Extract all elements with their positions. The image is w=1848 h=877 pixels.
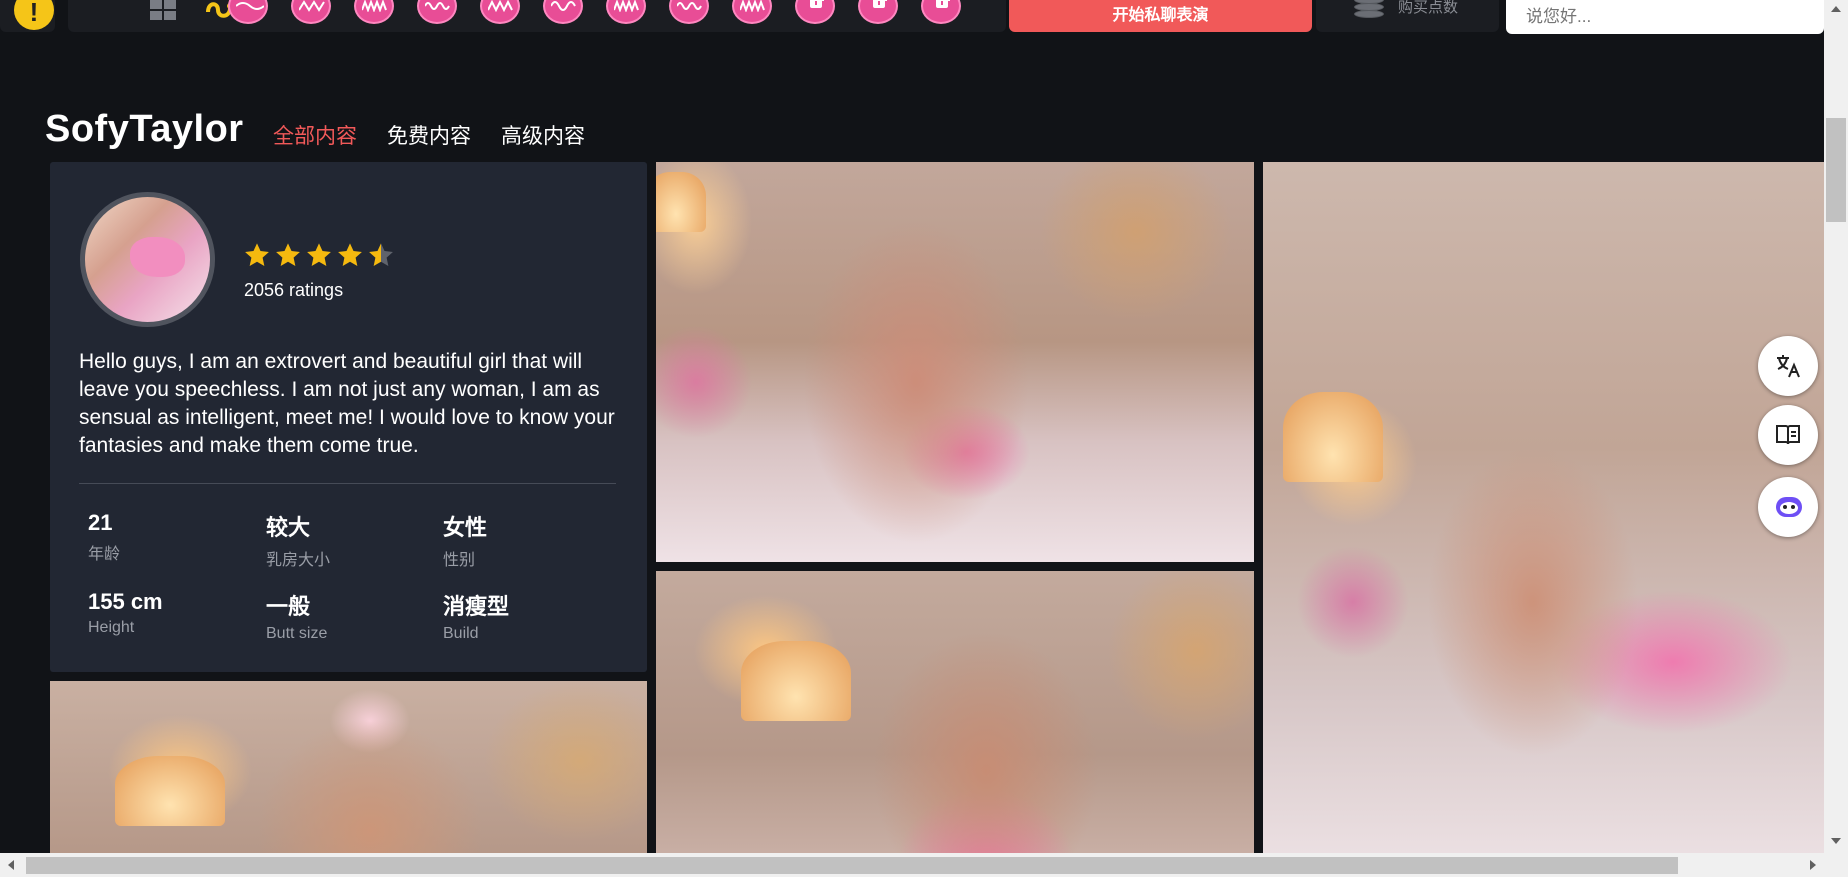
scroll-up-icon[interactable] [1831, 6, 1841, 12]
stat-age: 21 年龄 [88, 510, 258, 564]
star-icon [245, 243, 269, 266]
reader-icon [1776, 425, 1800, 445]
badge-block: ! [0, 0, 55, 32]
buy-tokens-button[interactable]: 购买点数 [1316, 0, 1499, 32]
rating-stars [243, 241, 395, 269]
assistant-bot-icon [1776, 497, 1802, 517]
translate-icon [1777, 355, 1800, 378]
scroll-right-icon[interactable] [1810, 860, 1816, 870]
coins-icon [1354, 0, 1384, 18]
lock-icon [936, 0, 950, 8]
scroll-left-icon[interactable] [8, 860, 14, 870]
gallery-photo-3[interactable] [1263, 162, 1824, 877]
grid-icon[interactable] [150, 0, 178, 22]
lock-icon [873, 0, 887, 8]
stat-value: 21 [88, 510, 113, 535]
stat-height: 155 cm Height [88, 589, 258, 637]
star-icon [338, 243, 362, 266]
star-icon [276, 243, 300, 266]
stat-value: 消瘦型 [443, 594, 510, 619]
gallery-photo-1[interactable] [656, 162, 1254, 562]
stat-breast-size: 较大 乳房大小 [266, 510, 436, 570]
tab-free-content[interactable]: 免费内容 [387, 120, 471, 150]
top-toolbar: ! 开始私聊表演 购买点数 [0, 0, 1824, 34]
stat-build: 消瘦型 Build [443, 589, 613, 643]
vertical-scroll-thumb[interactable] [1826, 118, 1846, 222]
gallery-photo-4[interactable] [50, 681, 647, 877]
start-private-show-button[interactable]: 开始私聊表演 [1009, 0, 1312, 32]
chat-input[interactable] [1506, 0, 1824, 34]
lock-icon [810, 0, 824, 8]
ratings-count: 2056 ratings [244, 280, 344, 300]
buy-tokens-label: 购买点数 [1398, 0, 1459, 16]
stat-value: 女性 [443, 515, 488, 540]
assistant-button[interactable] [1758, 477, 1818, 537]
stat-label: 性别 [443, 552, 476, 569]
lamp-shape [656, 172, 706, 232]
tab-premium-content[interactable]: 高级内容 [501, 120, 585, 150]
horizontal-scroll-thumb[interactable] [26, 857, 1678, 874]
stat-label: Build [443, 625, 479, 642]
translate-button[interactable] [1758, 336, 1818, 396]
lamp-shape [741, 641, 851, 721]
divider [79, 483, 616, 484]
stat-label: Height [88, 619, 135, 636]
model-name: SofyTaylor [45, 108, 244, 150]
stat-value: 155 cm [88, 589, 163, 614]
info-badge-icon[interactable]: ! [14, 0, 54, 30]
stat-value: 较大 [266, 515, 311, 540]
lamp-shape [115, 756, 225, 826]
half-star-icon [369, 243, 393, 266]
avatar[interactable] [80, 192, 215, 327]
stat-label: 乳房大小 [266, 552, 331, 569]
stat-butt-size: 一般 Butt size [266, 589, 436, 643]
stat-gender: 女性 性别 [443, 510, 613, 570]
lamp-shape [1283, 392, 1383, 482]
stat-label: 年龄 [88, 546, 121, 563]
tab-all-content[interactable]: 全部内容 [273, 120, 357, 150]
content-tabs: 全部内容 免费内容 高级内容 [273, 120, 585, 150]
reader-button[interactable] [1758, 405, 1818, 465]
profile-card: 2056 ratings Hello guys, I am an extrove… [50, 162, 647, 672]
gallery-photo-2[interactable] [656, 571, 1254, 877]
stat-value: 一般 [266, 594, 311, 619]
profile-bio: Hello guys, I am an extrovert and beauti… [79, 350, 615, 457]
scroll-down-icon[interactable] [1831, 838, 1841, 844]
stat-label: Butt size [266, 625, 328, 642]
star-icon [307, 243, 331, 266]
profile-page: ! 开始私聊表演 购买点数 SofyTaylor [0, 0, 1848, 877]
